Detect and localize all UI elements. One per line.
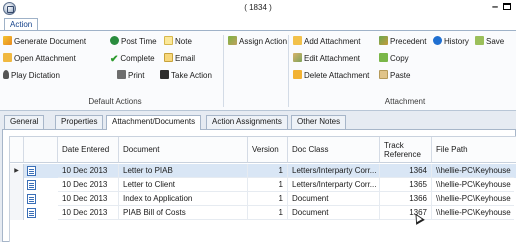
precedent-icon <box>379 36 388 45</box>
delete-attachment-button[interactable]: Delete Attachment <box>293 69 369 83</box>
save-button[interactable]: Save <box>475 35 504 49</box>
tab-attachment-documents[interactable]: Attachment/Documents <box>106 115 202 130</box>
cell-track-reference: 1364 <box>380 164 432 178</box>
table-row[interactable]: ▶ 10 Dec 2013 Letter to PIAB 1 Letters/I… <box>10 164 516 178</box>
ribbon-tab-strip: Action <box>0 17 516 32</box>
play-dictation-button[interactable]: Play Dictation <box>3 69 60 83</box>
cell-date-entered: 10 Dec 2013 <box>58 178 119 192</box>
open-attachment-button[interactable]: Open Attachment <box>3 52 76 66</box>
icon-column-header[interactable] <box>24 137 58 163</box>
note-icon <box>164 36 173 45</box>
cell-document: Letter to PIAB <box>119 164 248 178</box>
cell-doc-class: Letters/Interparty Corr... <box>288 164 380 178</box>
row-indicator: ▶ <box>10 164 24 178</box>
cell-doc-class: Letters/Interparty Corr... <box>288 178 380 192</box>
row-indicator <box>10 192 24 206</box>
document-icon <box>27 208 36 218</box>
cell-doc-class: Document <box>288 206 380 220</box>
delete-attachment-icon <box>293 70 302 79</box>
assign-action-icon <box>228 36 237 45</box>
paste-button[interactable]: Paste <box>379 69 410 83</box>
cell-track-reference: 1365 <box>380 178 432 192</box>
cell-file-path: \\hellie-PC\Keyhouse <box>432 164 514 178</box>
cell-doc-class: Document <box>288 192 380 206</box>
history-button[interactable]: History <box>433 35 469 49</box>
email-button[interactable]: Email <box>164 52 195 66</box>
group-label-default-actions: Default Actions <box>88 97 142 106</box>
microphone-icon <box>3 70 9 79</box>
tab-general[interactable]: General <box>4 115 45 129</box>
print-button[interactable]: Print <box>117 69 144 83</box>
save-icon <box>475 36 484 45</box>
row-indicator <box>10 206 24 220</box>
column-header-document[interactable]: Document <box>119 137 248 163</box>
checkmark-icon: ✔ <box>110 54 119 65</box>
cell-file-path: \\hellie-PC\Keyhouse <box>432 178 514 192</box>
generate-document-button[interactable]: Generate Document <box>3 35 86 49</box>
cell-date-entered: 10 Dec 2013 <box>58 206 119 220</box>
copy-icon <box>379 53 388 62</box>
cell-file-path: \\hellie-PC\Keyhouse <box>432 206 514 220</box>
tab-action-assignments[interactable]: Action Assignments <box>206 115 288 129</box>
document-icon <box>27 194 36 204</box>
cell-version: 1 <box>248 192 288 206</box>
generate-document-icon <box>3 36 12 45</box>
info-icon <box>433 36 442 45</box>
document-icon <box>27 166 36 176</box>
column-header-file-path[interactable]: File Path <box>432 137 516 163</box>
printer-icon <box>117 70 126 79</box>
cell-version: 1 <box>248 164 288 178</box>
note-button[interactable]: Note <box>164 35 192 49</box>
cell-document: PIAB Bill of Costs <box>119 206 248 220</box>
edit-attachment-button[interactable]: Edit Attachment <box>293 52 360 66</box>
attachments-panel: Date Entered Document Version Doc Class … <box>2 129 516 242</box>
table-row[interactable]: 10 Dec 2013 Letter to Client 1 Letters/I… <box>10 178 516 192</box>
tab-other-notes[interactable]: Other Notes <box>291 115 347 129</box>
window-title: ( 1834 ) <box>244 3 272 12</box>
column-header-track-reference[interactable]: Track Reference <box>380 137 432 163</box>
copy-button[interactable]: Copy <box>379 52 409 66</box>
cell-version: 1 <box>248 206 288 220</box>
cell-date-entered: 10 Dec 2013 <box>58 192 119 206</box>
precedent-button[interactable]: Precedent <box>379 35 426 49</box>
take-action-button[interactable]: Take Action <box>160 69 212 83</box>
cell-version: 1 <box>248 178 288 192</box>
add-attachment-icon <box>293 36 302 45</box>
row-indicator-header <box>10 137 24 163</box>
row-indicator <box>10 178 24 192</box>
assign-action-button[interactable]: Assign Action <box>228 35 287 49</box>
folder-open-icon <box>3 53 12 62</box>
edit-attachment-icon <box>293 53 302 62</box>
title-bar: ( 1834 ) – <box>0 0 516 18</box>
post-time-button[interactable]: Post Time <box>110 35 157 49</box>
attachments-grid: Date Entered Document Version Doc Class … <box>9 136 516 242</box>
table-row[interactable]: 10 Dec 2013 Index to Application 1 Docum… <box>10 192 516 206</box>
tab-properties[interactable]: Properties <box>55 115 104 129</box>
cell-document: Index to Application <box>119 192 248 206</box>
paste-icon <box>379 70 388 79</box>
complete-button[interactable]: ✔ Complete <box>110 52 155 66</box>
cell-file-path: \\hellie-PC\Keyhouse <box>432 192 514 206</box>
minimize-button[interactable]: – <box>489 1 501 13</box>
column-header-version[interactable]: Version <box>248 137 288 163</box>
take-action-icon <box>160 70 169 79</box>
column-header-date-entered[interactable]: Date Entered <box>58 137 119 163</box>
cell-date-entered: 10 Dec 2013 <box>58 164 119 178</box>
email-icon <box>164 53 173 62</box>
group-label-attachment: Attachment <box>384 97 426 106</box>
column-header-doc-class[interactable]: Doc Class <box>288 137 380 163</box>
clock-icon <box>110 36 119 45</box>
maximize-button[interactable] <box>503 3 511 10</box>
ribbon: Generate Document Open Attachment Play D… <box>0 30 516 111</box>
document-tabs-area: General Properties Attachment/Documents … <box>0 111 516 242</box>
table-row[interactable]: 10 Dec 2013 PIAB Bill of Costs 1 Documen… <box>10 206 516 220</box>
group-separator <box>288 35 289 107</box>
group-separator <box>223 35 224 107</box>
add-attachment-button[interactable]: Add Attachment <box>293 35 360 49</box>
document-icon <box>27 180 36 190</box>
cell-track-reference: 1366 <box>380 192 432 206</box>
cell-document: Letter to Client <box>119 178 248 192</box>
